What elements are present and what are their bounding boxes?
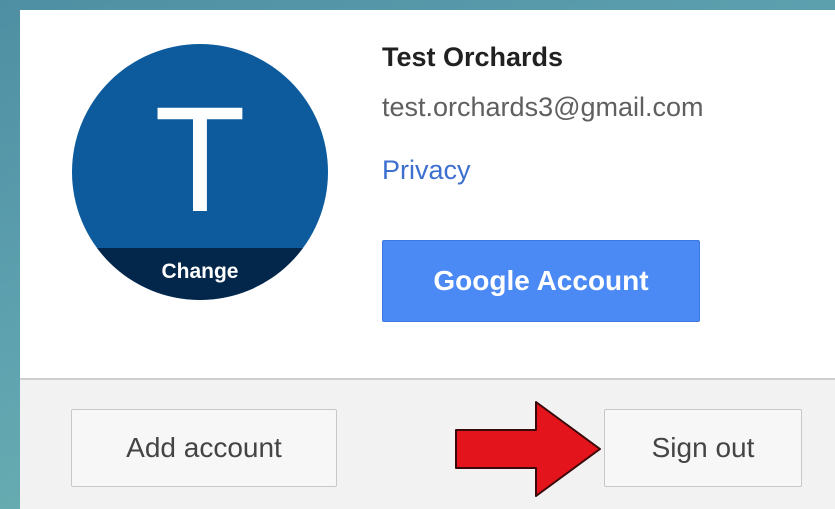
privacy-link[interactable]: Privacy (382, 155, 471, 186)
sign-out-button[interactable]: Sign out (604, 409, 802, 487)
user-email: test.orchards3@gmail.com (382, 92, 704, 122)
account-actions-footer: Add account Sign out (20, 380, 835, 509)
avatar-initial: T (154, 75, 246, 243)
avatar[interactable]: T Change (72, 44, 328, 300)
account-info-section: T Change Test Orchards test.orchards3@gm… (20, 10, 835, 378)
red-arrow-icon (455, 401, 601, 497)
account-popup: T Change Test Orchards test.orchards3@gm… (20, 10, 835, 509)
user-name: Test Orchards (382, 42, 564, 72)
change-photo-button[interactable]: Change (72, 248, 328, 300)
google-account-button[interactable]: Google Account (382, 240, 700, 322)
add-account-button[interactable]: Add account (71, 409, 337, 487)
